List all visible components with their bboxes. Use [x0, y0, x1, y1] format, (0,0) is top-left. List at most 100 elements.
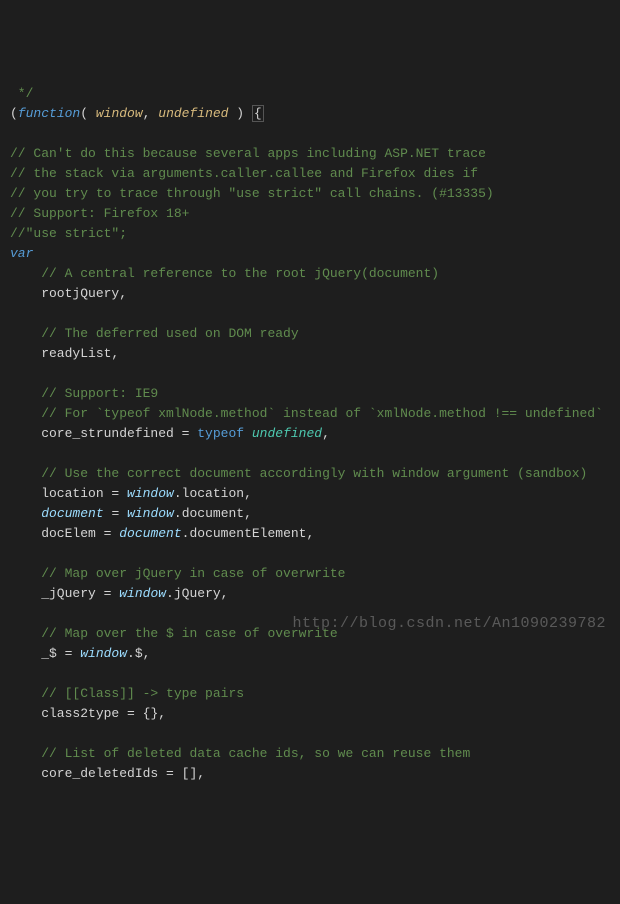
code-token: // Support: Firefox 18+: [10, 206, 189, 221]
code-token: [10, 626, 41, 641]
code-line: // Support: Firefox 18+: [10, 204, 620, 224]
code-token: // For `typeof xmlNode.method` instead o…: [41, 406, 603, 421]
code-token: undefined: [158, 106, 228, 121]
code-token: [10, 406, 41, 421]
code-token: ,: [158, 706, 166, 721]
code-token: ): [228, 106, 251, 121]
code-token: // you try to trace through "use strict"…: [10, 186, 494, 201]
code-token: // List of deleted data cache ids, so we…: [41, 746, 470, 761]
code-token: // [[Class]] -> type pairs: [41, 686, 244, 701]
code-line: // Use the correct document accordingly …: [10, 464, 620, 484]
code-token: =: [166, 766, 182, 781]
code-token: [10, 506, 41, 521]
code-token: (: [10, 106, 18, 121]
code-token: =: [111, 486, 127, 501]
code-line: [10, 304, 620, 324]
code-token: =: [127, 706, 143, 721]
code-token: .: [127, 646, 135, 661]
code-token: undefined: [252, 426, 322, 441]
code-token: .: [174, 486, 182, 501]
code-token: function: [18, 106, 80, 121]
code-token: [10, 686, 41, 701]
code-token: readyList: [10, 346, 111, 361]
code-token: ,: [143, 646, 151, 661]
code-token: */: [10, 86, 33, 101]
code-line: [10, 544, 620, 564]
code-line: [10, 664, 620, 684]
code-token: =: [111, 506, 127, 521]
code-token: rootjQuery: [10, 286, 119, 301]
code-line: (function( window, undefined ) {: [10, 104, 620, 124]
code-token: =: [182, 426, 198, 441]
code-token: // A central reference to the root jQuer…: [41, 266, 439, 281]
code-token: =: [104, 526, 120, 541]
code-line: rootjQuery,: [10, 284, 620, 304]
code-token: core_deletedIds: [10, 766, 166, 781]
code-token: $: [135, 646, 143, 661]
code-token: //"use strict";: [10, 226, 127, 241]
code-token: [10, 566, 41, 581]
code-token: documentElement: [189, 526, 306, 541]
code-token: _$: [10, 646, 65, 661]
code-token: // Map over jQuery in case of overwrite: [41, 566, 345, 581]
code-line: [10, 444, 620, 464]
code-token: ,: [119, 286, 127, 301]
code-token: // the stack via arguments.caller.callee…: [10, 166, 478, 181]
code-token: location: [182, 486, 244, 501]
code-token: []: [182, 766, 198, 781]
code-token: // The deferred used on DOM ready: [41, 326, 298, 341]
code-token: document: [182, 506, 244, 521]
code-line: // [[Class]] -> type pairs: [10, 684, 620, 704]
code-token: [244, 426, 252, 441]
code-line: // A central reference to the root jQuer…: [10, 264, 620, 284]
code-line: // Support: IE9: [10, 384, 620, 404]
code-token: [10, 266, 41, 281]
code-token: window: [80, 646, 127, 661]
code-line: class2type = {},: [10, 704, 620, 724]
code-token: [10, 746, 41, 761]
code-token: [10, 326, 41, 341]
code-token: ,: [197, 766, 205, 781]
code-token: // Can't do this because several apps in…: [10, 146, 486, 161]
code-editor-viewport: */ (function( window, undefined ) { // Ca…: [10, 84, 620, 784]
code-token: ,: [322, 426, 330, 441]
code-token: [10, 466, 41, 481]
code-line: // Map over jQuery in case of overwrite: [10, 564, 620, 584]
code-line: [10, 124, 620, 144]
code-token: // Support: IE9: [41, 386, 158, 401]
code-line: var: [10, 244, 620, 264]
code-token: window: [119, 586, 166, 601]
code-line: document = window.document,: [10, 504, 620, 524]
code-line: readyList,: [10, 344, 620, 364]
code-token: typeof: [197, 426, 244, 441]
code-token: (: [80, 106, 96, 121]
code-token: ,: [244, 486, 252, 501]
code-token: =: [104, 586, 120, 601]
code-token: .: [174, 506, 182, 521]
code-line: location = window.location,: [10, 484, 620, 504]
code-token: [10, 386, 41, 401]
code-token: =: [65, 646, 81, 661]
code-token: document: [119, 526, 181, 541]
code-token: jQuery: [174, 586, 221, 601]
code-token: document: [41, 506, 103, 521]
code-token: ,: [307, 526, 315, 541]
code-token: docElem: [10, 526, 104, 541]
code-token: window: [96, 106, 143, 121]
code-token: var: [10, 246, 33, 261]
code-token: ,: [244, 506, 252, 521]
code-token: _jQuery: [10, 586, 104, 601]
code-line: // For `typeof xmlNode.method` instead o…: [10, 404, 620, 424]
code-line: // you try to trace through "use strict"…: [10, 184, 620, 204]
code-token: ,: [221, 586, 229, 601]
code-token: {}: [143, 706, 159, 721]
code-token: ,: [111, 346, 119, 361]
watermark-text: http://blog.csdn.net/An1090239782: [292, 614, 606, 634]
code-token: window: [127, 506, 174, 521]
code-token: {: [252, 105, 264, 122]
code-line: [10, 724, 620, 744]
code-line: [10, 364, 620, 384]
code-token: .: [166, 586, 174, 601]
code-line: _$ = window.$,: [10, 644, 620, 664]
code-token: class2type: [10, 706, 127, 721]
